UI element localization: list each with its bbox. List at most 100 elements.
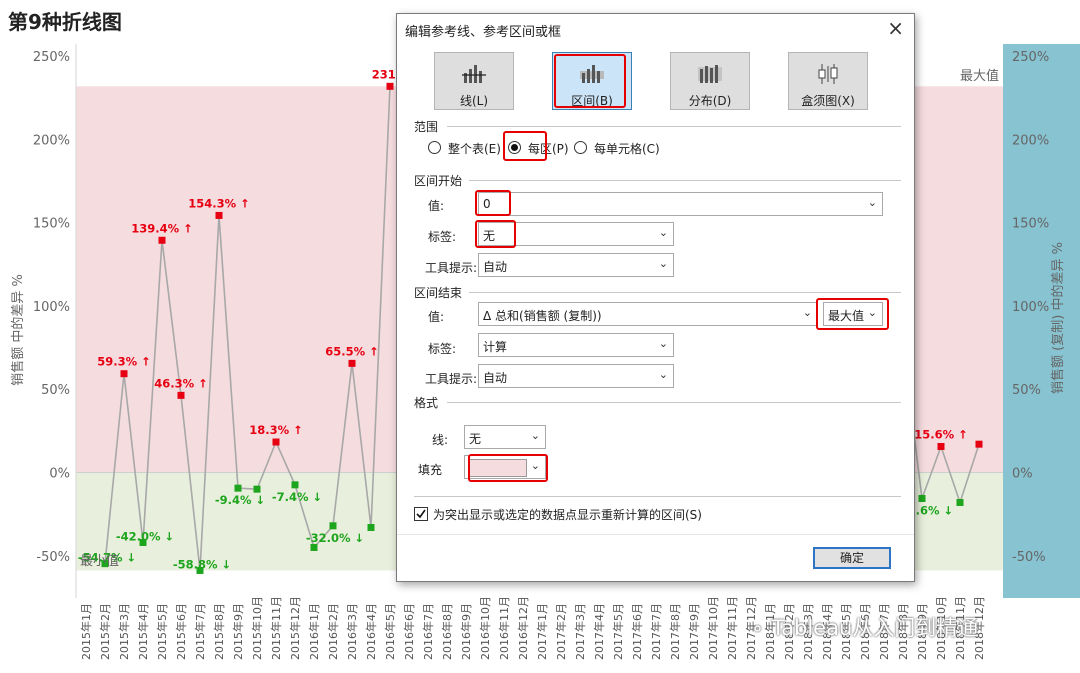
data-label: -58.8% ↓ — [173, 557, 231, 571]
scope-divider — [447, 126, 901, 127]
band-from-tooltip-label: 工具提示: — [425, 261, 478, 275]
wechat-icon: ⚬ — [750, 619, 766, 640]
ok-button[interactable]: 确定 — [813, 547, 891, 569]
band-from-tooltip-select[interactable]: 自动 ⌄ — [478, 253, 674, 277]
x-tick-label: 2015年3月 — [117, 603, 131, 660]
scope-radio-cell[interactable] — [574, 141, 587, 154]
right-axis-panel — [1003, 44, 1080, 598]
x-tick-label: 2015年10月 — [250, 596, 264, 660]
format-line-select[interactable]: 无 ⌄ — [464, 425, 546, 449]
band-to-value-label: 值: — [428, 310, 445, 324]
band-to-label-value: 计算 — [483, 340, 508, 354]
checkmark-icon — [416, 509, 426, 519]
y-tick-left: 150% — [33, 217, 70, 232]
recalc-checkbox[interactable] — [414, 507, 428, 521]
band-from-title: 区间开始 — [414, 174, 463, 188]
watermark: ⚬ Tableau从入门到精通 — [750, 612, 978, 642]
y-tick-right: 100% — [1012, 300, 1049, 315]
chevron-down-icon: ⌄ — [867, 196, 877, 209]
highlight-band-from-value — [475, 190, 511, 216]
line-type-button[interactable]: 线(L) — [434, 52, 514, 110]
line-type-label: 线(L) — [459, 94, 489, 108]
data-label: 139.4% ↑ — [131, 221, 193, 235]
distribution-type-button[interactable]: 分布(D) — [670, 52, 750, 110]
band-to-label-label: 标签: — [428, 342, 457, 356]
band-to-title: 区间结束 — [414, 286, 463, 300]
format-title: 格式 — [414, 396, 439, 410]
x-tick-label: 2015年6月 — [174, 603, 188, 660]
boxplot-type-label: 盒须图(X) — [801, 94, 855, 108]
dialog-title: 编辑参考线、参考区间或框 — [405, 25, 562, 40]
close-icon[interactable]: × — [887, 16, 904, 40]
distribution-icon — [698, 65, 722, 83]
chevron-down-icon: ⌄ — [658, 337, 668, 350]
y-tick-right: 0% — [1012, 467, 1033, 482]
highlight-band-from-label — [475, 220, 516, 248]
y-axis-right-title: 销售额 (复制) 中的差异 % — [1050, 242, 1066, 394]
data-label: -42.0% ↓ — [116, 529, 174, 543]
x-tick-label: 2016年5月 — [383, 603, 397, 660]
band-from-tooltip-value: 自动 — [483, 260, 508, 274]
data-point — [367, 523, 375, 531]
band-to-label-select[interactable]: 计算 ⌄ — [478, 333, 674, 357]
data-point — [310, 543, 318, 551]
y-tick-right: -50% — [1012, 550, 1046, 565]
x-tick-label: 2017年6月 — [630, 603, 644, 660]
data-point — [291, 481, 299, 489]
band-from-value-select[interactable]: 0 ⌄ — [478, 192, 883, 216]
data-label: 15.6% ↑ — [914, 428, 968, 442]
band-to-divider — [469, 292, 901, 293]
format-line-label: 线: — [432, 433, 449, 447]
chevron-down-icon: ⌄ — [802, 306, 812, 319]
x-tick-label: 2017年7月 — [649, 603, 663, 660]
band-from-value-label: 值: — [428, 199, 445, 213]
band-to-tooltip-select[interactable]: 自动 ⌄ — [478, 364, 674, 388]
x-tick-label: 2017年8月 — [668, 603, 682, 660]
x-tick-label: 2017年4月 — [592, 603, 606, 660]
x-tick-label: 2017年3月 — [573, 603, 587, 660]
x-tick-label: 2017年11月 — [725, 596, 739, 660]
x-tick-label: 2017年10月 — [706, 596, 720, 660]
band-to-tooltip-value: 自动 — [483, 371, 508, 385]
band-max-label: 最大值 — [960, 68, 999, 84]
x-tick-label: 2015年12月 — [288, 596, 302, 660]
line-icon — [462, 65, 486, 83]
y-tick-right: 50% — [1012, 383, 1041, 398]
x-tick-label: 2015年5月 — [155, 603, 169, 660]
data-point — [975, 440, 983, 448]
band-to-tooltip-label: 工具提示: — [425, 372, 478, 386]
delta-icon: Δ — [483, 309, 492, 323]
band-to-value: Δ 总和(销售额 (复制)) — [483, 307, 602, 324]
y-tick-right: 150% — [1012, 217, 1049, 232]
data-point — [937, 443, 945, 451]
x-tick-label: 2016年2月 — [326, 603, 340, 660]
data-label: 154.3% ↑ — [188, 196, 250, 210]
x-tick-label: 2015年7月 — [193, 603, 207, 660]
x-tick-label: 2015年2月 — [98, 603, 112, 660]
x-tick-label: 2015年11月 — [269, 596, 283, 660]
x-tick-label: 2015年9月 — [231, 603, 245, 660]
band-to-value-select[interactable]: Δ 总和(销售额 (复制)) ⌄ — [478, 302, 818, 326]
x-tick-label: 2016年7月 — [421, 603, 435, 660]
format-fill-label: 填充 — [418, 463, 443, 477]
highlight-aggregation — [816, 298, 889, 330]
data-label: 18.3% ↑ — [249, 423, 303, 437]
data-point — [215, 211, 223, 219]
scope-section-title: 范围 — [414, 120, 439, 134]
data-point — [158, 236, 166, 244]
recalc-checkbox-label: 为突出显示或选定的数据点显示重新计算的区间(S) — [433, 508, 702, 522]
boxplot-type-button[interactable]: 盒须图(X) — [788, 52, 868, 110]
data-point — [234, 484, 242, 492]
band-from-divider — [469, 180, 901, 181]
y-tick-left: 100% — [33, 300, 70, 315]
scope-radio-table[interactable] — [428, 141, 441, 154]
y-tick-right: 250% — [1012, 50, 1049, 65]
chevron-down-icon: ⌄ — [530, 429, 540, 442]
scope-cell-label: 每单元格(C) — [594, 142, 660, 156]
watermark-text: Tableau从入门到精通 — [771, 616, 979, 640]
data-point — [272, 438, 280, 446]
y-tick-left: -50% — [36, 550, 70, 565]
y-tick-left: 250% — [33, 50, 70, 65]
band-from-label-label: 标签: — [428, 230, 457, 244]
format-line-value: 无 — [469, 432, 482, 446]
